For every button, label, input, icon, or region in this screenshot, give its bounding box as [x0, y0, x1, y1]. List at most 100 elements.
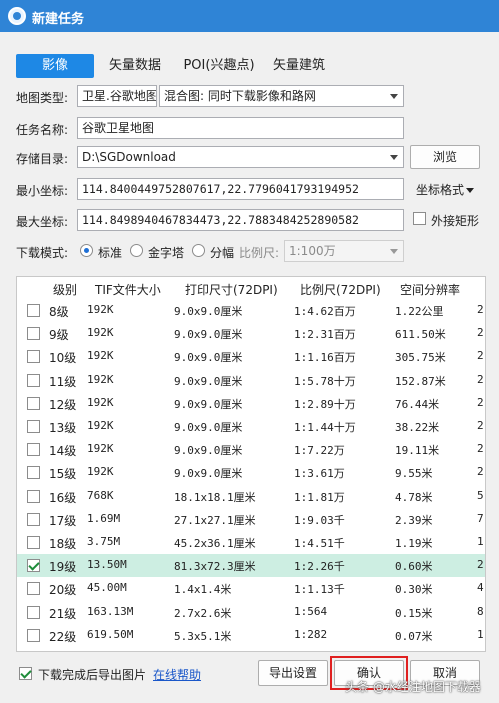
cell-scale: 1:1.44十万	[294, 421, 356, 434]
export-settings-button[interactable]: 导出设置	[258, 660, 328, 686]
cell-tif-size: 192K	[87, 419, 114, 432]
row-checkbox[interactable]	[27, 373, 40, 387]
storage-dir-label: 存储目录:	[16, 152, 69, 166]
cell-scale: 1:564	[294, 604, 328, 618]
cell-level: 10级	[49, 351, 77, 366]
map-mode-value: 混合图: 同时下载影像和路网	[164, 89, 316, 103]
table-row[interactable]: 15级 192K 9.0x9.0厘米 1:3.61万 9.55米 2	[17, 461, 485, 484]
table-row[interactable]: 17级 1.69M 27.1x27.1厘米 1:9.03千 2.39米 7	[17, 508, 485, 531]
map-source-field[interactable]: 卫星.谷歌地图	[77, 85, 157, 107]
table-row[interactable]: 14级 192K 9.0x9.0厘米 1:7.22万 19.11米 2	[17, 438, 485, 461]
cell-tif-size: 192K	[87, 442, 114, 456]
coord-format-dropdown[interactable]: 坐标格式	[416, 181, 475, 198]
cell-scale: 1:1.13千	[294, 583, 345, 597]
header-level: 级别	[53, 283, 78, 297]
app-logo-icon	[8, 7, 26, 25]
cell-level: 19级	[49, 560, 77, 575]
tab-imagery[interactable]: 影像	[16, 54, 94, 78]
table-row[interactable]: 11级 192K 9.0x9.0厘米 1:5.78十万 152.87米 2	[17, 369, 485, 392]
cell-resolution: 0.15米	[395, 606, 433, 620]
cell-print-size: 9.0x9.0厘米	[174, 467, 243, 481]
row-checkbox[interactable]	[27, 420, 40, 433]
table-row[interactable]: 16级 768K 18.1x18.1厘米 1:1.81万 4.78米 5	[17, 485, 485, 508]
chevron-down-icon	[390, 155, 398, 160]
mode-tiled-radio[interactable]	[192, 244, 205, 257]
row-checkbox[interactable]	[27, 536, 40, 549]
cell-level: 17级	[49, 513, 77, 528]
tab-poi[interactable]: POI(兴趣点)	[178, 54, 260, 78]
row-checkbox[interactable]	[27, 304, 40, 317]
header-resolution: 空间分辨率	[400, 283, 461, 297]
table-row[interactable]: 20级 45.00M 1.4x1.4米 1:1.13千 0.30米 4	[17, 577, 485, 600]
row-checkbox[interactable]	[27, 466, 40, 480]
row-checkbox[interactable]	[27, 327, 40, 341]
cell-tif-size: 192K	[87, 349, 114, 363]
storage-dir-select[interactable]: D:\SGDownload	[77, 146, 404, 168]
mode-pyramid-radio[interactable]	[130, 244, 143, 257]
cell-resolution: 152.87米	[395, 374, 446, 388]
cell-tif-size: 1.69M	[87, 511, 121, 525]
cell-resolution: 38.22米	[395, 421, 440, 434]
cell-scale: 1:282	[294, 627, 328, 641]
cell-truncated: 2	[477, 303, 484, 316]
scale-label: 比例尺:	[239, 246, 280, 260]
row-checkbox[interactable]	[27, 605, 40, 619]
cell-print-size: 1.4x1.4米	[174, 583, 232, 597]
row-checkbox[interactable]	[27, 443, 40, 457]
scale-select[interactable]: 1:100万	[284, 240, 404, 262]
table-row[interactable]: 13级 192K 9.0x9.0厘米 1:1.44十万 38.22米 2	[17, 415, 485, 438]
export-after-download-checkbox[interactable]	[19, 667, 32, 680]
cell-tif-size: 192K	[87, 326, 114, 340]
cell-print-size: 9.0x9.0厘米	[174, 328, 243, 342]
table-row[interactable]: 8级 192K 9.0x9.0厘米 1:4.62百万 1.22公里 2	[17, 299, 485, 322]
cell-scale: 1:7.22万	[294, 444, 345, 458]
cell-resolution: 305.75米	[395, 351, 446, 365]
coord-format-label: 坐标格式	[416, 183, 465, 197]
tab-vector-building[interactable]: 矢量建筑	[268, 54, 330, 78]
task-name-label: 任务名称:	[16, 123, 69, 137]
mode-standard-radio[interactable]	[80, 244, 93, 257]
cell-tif-size: 45.00M	[87, 581, 127, 595]
cell-print-size: 9.0x9.0厘米	[174, 305, 243, 318]
online-help-link[interactable]: 在线帮助	[153, 666, 201, 683]
max-coord-input[interactable]: 114.8498940467834473,22.7883484252890582	[77, 209, 404, 231]
cell-level: 12级	[49, 397, 77, 412]
min-coord-input[interactable]: 114.8400449752807617,22.7796041793194952	[77, 178, 404, 200]
cell-level: 21级	[49, 606, 77, 621]
cell-level: 9级	[49, 328, 69, 343]
row-checkbox[interactable]	[27, 396, 40, 410]
cell-truncated: 1	[477, 627, 484, 641]
cell-print-size: 81.3x72.3厘米	[174, 560, 256, 574]
cell-scale: 1:2.31百万	[294, 328, 356, 342]
map-type-label: 地图类型:	[16, 91, 69, 105]
table-row[interactable]: 12级 192K 9.0x9.0厘米 1:2.89十万 76.44米 2	[17, 392, 485, 415]
row-checkbox[interactable]	[27, 582, 40, 596]
row-checkbox[interactable]	[27, 489, 40, 503]
table-row[interactable]: 19级 13.50M 81.3x72.3厘米 1:2.26千 0.60米 2	[17, 554, 485, 578]
row-checkbox[interactable]	[27, 350, 40, 364]
tab-vector-data[interactable]: 矢量数据	[104, 54, 166, 78]
cell-level: 15级	[49, 467, 77, 482]
table-row[interactable]: 9级 192K 9.0x9.0厘米 1:2.31百万 611.50米 2	[17, 322, 485, 345]
bounding-rect-checkbox[interactable]	[413, 212, 426, 225]
cell-tif-size: 3.75M	[87, 535, 121, 548]
table-row[interactable]: 18级 3.75M 45.2x36.1厘米 1:4.51千 1.19米 1	[17, 531, 485, 554]
row-checkbox[interactable]	[27, 628, 40, 642]
cell-print-size: 9.0x9.0厘米	[174, 351, 243, 365]
browse-button[interactable]: 浏览	[410, 145, 480, 169]
table-row[interactable]: 21级 163.13M 2.7x2.6米 1:564 0.15米 8	[17, 601, 485, 624]
cell-print-size: 5.3x5.1米	[174, 629, 232, 643]
level-table: 级别 TIF文件大小 打印尺寸(72DPI) 比例尺(72DPI) 空间分辨率 …	[16, 276, 486, 652]
mode-standard-label: 标准	[98, 246, 123, 260]
task-name-input[interactable]: 谷歌卫星地图	[77, 117, 404, 139]
table-row[interactable]: 10级 192K 9.0x9.0厘米 1:1.16百万 305.75米 2	[17, 345, 485, 368]
cell-resolution: 19.11米	[395, 444, 440, 458]
row-checkbox[interactable]	[27, 512, 40, 526]
map-mode-select[interactable]: 混合图: 同时下载影像和路网	[159, 85, 404, 107]
cell-scale: 1:4.51千	[294, 537, 345, 550]
row-checkbox[interactable]	[27, 559, 40, 573]
cell-resolution: 0.07米	[395, 629, 433, 643]
cell-truncated: 7	[477, 511, 484, 525]
cell-scale: 1:4.62百万	[294, 305, 356, 318]
table-row[interactable]: 22级 619.50M 5.3x5.1米 1:282 0.07米 1	[17, 624, 485, 647]
